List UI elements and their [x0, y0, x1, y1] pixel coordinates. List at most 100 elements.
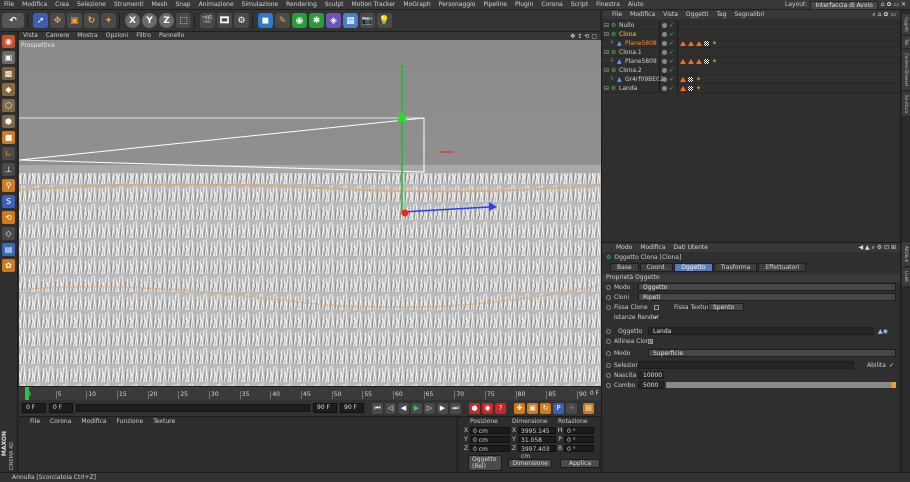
object-tree-row[interactable]: └ ▲ Plane5808 ✓ ✦ — [602, 38, 900, 48]
coord-position-field[interactable]: 0 cm — [470, 445, 510, 453]
axis-z-button[interactable]: Z — [159, 13, 174, 28]
enabled-check-icon[interactable]: ✓ — [669, 21, 674, 30]
layout-icons[interactable]: ⌂ ✿ ▭ ✕ — [881, 1, 906, 9]
material-menu-texture[interactable]: Texture — [148, 417, 180, 427]
clones-select[interactable]: Ripeti — [638, 293, 896, 301]
attr-anim-dot[interactable] — [606, 362, 611, 368]
spline-pen-icon[interactable]: ✎ — [275, 13, 290, 28]
viewport-menu-mostra[interactable]: Mostra — [73, 32, 101, 40]
menu-item-finestra[interactable]: Finestra — [592, 0, 624, 10]
menu-item-aiuto[interactable]: Aiuto — [624, 0, 648, 10]
next-key-icon[interactable]: ▶ — [437, 402, 448, 414]
tab-trasforma[interactable]: Trasforma — [713, 262, 758, 272]
coord-size-field[interactable]: 31.058 cm — [518, 436, 556, 451]
undo-icon[interactable]: ↶ — [2, 13, 24, 28]
object-name[interactable]: Nullo — [619, 21, 634, 30]
attr-anim-dot[interactable] — [606, 382, 611, 388]
tab-base[interactable]: Base — [610, 262, 639, 272]
material-manager[interactable]: File Corona Modifica Funzione Texture — [19, 416, 456, 472]
rotation-track-icon[interactable]: ↻ — [540, 402, 551, 414]
floor-grid-icon[interactable]: ▤ — [2, 243, 15, 256]
viewport-menu-camere[interactable]: Camere — [42, 32, 73, 40]
dock-tab-content-browser[interactable]: Content Browser — [902, 50, 910, 90]
texture-mode-icon[interactable]: ▩ — [2, 67, 15, 80]
object-menu-vista[interactable]: Vista — [659, 10, 682, 19]
rotate-tool-icon[interactable]: ↻ — [84, 13, 99, 28]
coord-position-field[interactable]: 0 cm — [470, 436, 510, 444]
menu-item-animazione[interactable]: Animazione — [195, 0, 238, 10]
menu-item-modifica[interactable]: Modifica — [18, 0, 51, 10]
menu-item-strumenti[interactable]: Strumenti — [110, 0, 148, 10]
go-to-end-icon[interactable]: ⏭ — [450, 402, 461, 414]
nurbs-icon[interactable]: ◉ — [292, 13, 307, 28]
apply-button[interactable]: Applica — [559, 458, 600, 468]
snap-icon[interactable]: ⚲ — [2, 179, 15, 192]
coord-rotation-field[interactable]: 0 ° — [564, 427, 594, 435]
menu-item-crea[interactable]: Crea — [51, 0, 73, 10]
attr-anim-dot[interactable] — [606, 294, 611, 300]
attr-anim-dot[interactable] — [606, 304, 611, 310]
frame-range-slider[interactable] — [76, 404, 310, 412]
object-name[interactable]: Clona.2 — [619, 66, 642, 75]
viewport-menu-opzioni[interactable]: Opzioni — [102, 32, 133, 40]
perspective-viewport[interactable]: Prospettiva — [19, 40, 601, 386]
tab-coord[interactable]: Coord. — [639, 262, 674, 272]
object-menu-tag[interactable]: Tag — [712, 10, 730, 19]
floor-icon[interactable]: ▦ — [343, 13, 358, 28]
axis-mode-icon[interactable]: ∟ — [2, 147, 15, 160]
texture-tag-icon[interactable] — [688, 40, 694, 46]
dock-tab-livelli[interactable]: Livelli — [902, 268, 910, 286]
menu-item-motion-tracker[interactable]: Motion Tracker — [348, 0, 400, 10]
object-name[interactable]: Plane5808 — [625, 39, 657, 48]
texture-tag-icon[interactable] — [680, 40, 686, 46]
material-menu-funzione[interactable]: Funzione — [111, 417, 148, 427]
enable-checkmark[interactable]: ✓ — [889, 362, 894, 369]
phong-tag-icon[interactable]: ✦ — [712, 39, 717, 48]
object-menu-modifica[interactable]: Modifica — [626, 10, 659, 19]
object-name[interactable]: Plane5809 — [625, 57, 657, 66]
coord-size-field[interactable]: 3995.145 cm — [518, 427, 556, 442]
menu-item-mesh[interactable]: Mesh — [148, 0, 172, 10]
attr-anim-dot[interactable] — [606, 328, 611, 334]
visibility-dot[interactable] — [662, 31, 667, 37]
phong-tag-icon[interactable]: ✦ — [712, 57, 717, 66]
coord-position-field[interactable]: 0 cm — [470, 427, 510, 435]
max-frame-field[interactable]: 90 F — [340, 403, 364, 413]
menu-item-plugin[interactable]: Plugin — [511, 0, 537, 10]
coord-rotation-field[interactable]: 0 ° — [564, 445, 594, 453]
enabled-check-icon[interactable]: ✓ — [669, 30, 674, 39]
enabled-check-icon[interactable]: ✓ — [669, 57, 674, 66]
current-frame-field[interactable]: 0 F — [22, 403, 46, 413]
menu-item-mograph[interactable]: MoGraph — [399, 0, 434, 10]
select-tool-icon[interactable]: ➚ — [33, 13, 48, 28]
menu-item-simulazione[interactable]: Simulazione — [238, 0, 282, 10]
timeline-ruler[interactable]: 051015202530354045505560657075808590 0 F — [19, 386, 601, 400]
object-link-field[interactable]: Landa — [648, 327, 874, 335]
texture-tag-icon[interactable] — [680, 76, 686, 82]
material-tag-icon[interactable] — [704, 58, 709, 64]
scale-tool-icon[interactable]: ▣ — [67, 13, 82, 28]
viewport-menu-filtro[interactable]: Filtro — [132, 32, 155, 40]
menu-item-script[interactable]: Script — [567, 0, 592, 10]
object-name[interactable]: Landa — [619, 84, 637, 93]
prev-frame-icon[interactable]: ◀ — [398, 402, 409, 414]
menu-item-personaggio[interactable]: Personaggio — [435, 0, 480, 10]
material-tag-icon[interactable] — [688, 85, 693, 91]
object-tree-row[interactable]: ⊟ ⚙ Nullo ✓ — [602, 20, 900, 30]
position-track-icon[interactable]: ✥ — [514, 402, 525, 414]
timeline-window-icon[interactable]: ▤ — [583, 402, 594, 414]
keyframe-selection-icon[interactable]: ? — [495, 402, 506, 414]
model-mode-icon[interactable]: ▣ — [2, 51, 15, 64]
workplane-icon[interactable]: ◆ — [2, 83, 15, 96]
coord-size-field[interactable]: 3997.403 cm — [518, 445, 556, 460]
coord-size-select[interactable]: Dimensione — [508, 458, 552, 468]
visibility-dot[interactable] — [662, 76, 667, 82]
recent-tools-icon[interactable]: ✦ — [101, 13, 116, 28]
record-icon[interactable]: ● — [469, 402, 480, 414]
render-settings-icon[interactable]: ⚙ — [234, 13, 249, 28]
auto-key-icon[interactable]: ◉ — [482, 402, 493, 414]
texture-tag-icon[interactable] — [696, 40, 702, 46]
menu-item-sculpt[interactable]: Sculpt — [321, 0, 348, 10]
tab-effettuatori[interactable]: Effettuatori — [758, 262, 807, 272]
viewport-nav-icons[interactable]: ✥↕⟲▢ — [570, 32, 599, 40]
